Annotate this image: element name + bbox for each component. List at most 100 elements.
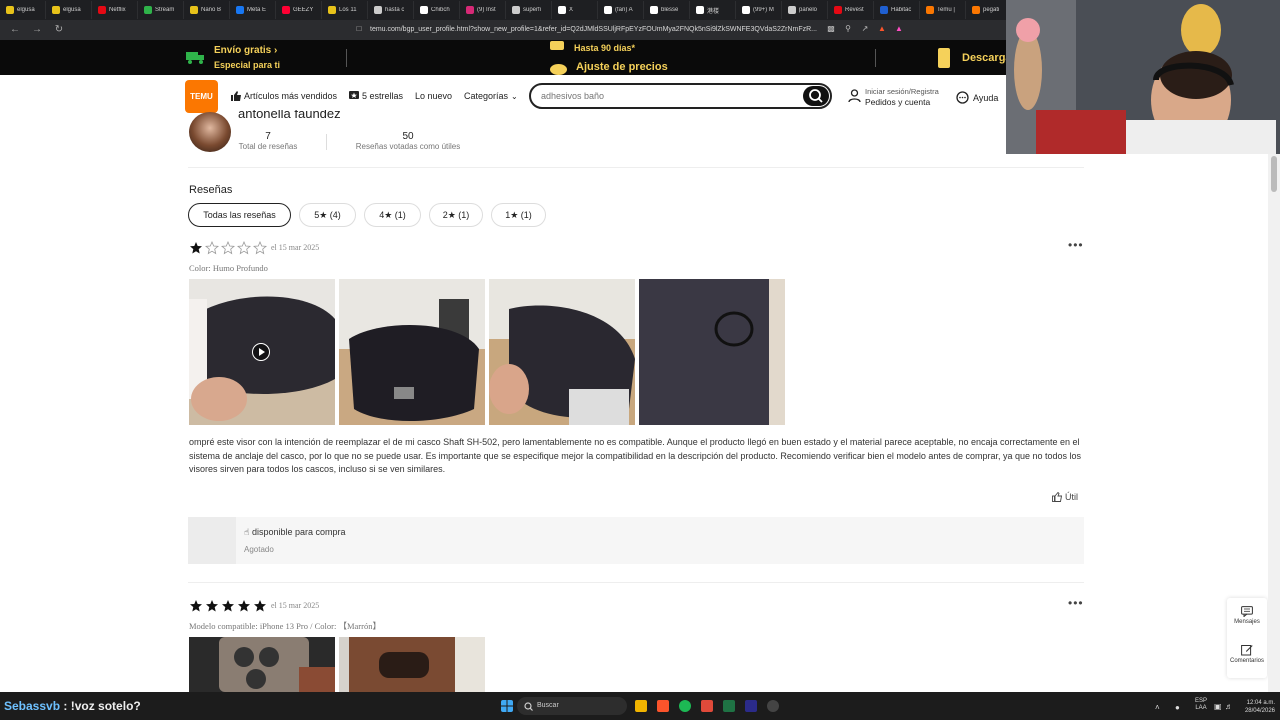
back-icon[interactable]: ← xyxy=(8,23,22,37)
tab-label: elgusa xyxy=(63,7,81,13)
tab-favicon-icon xyxy=(650,6,658,14)
taskbar-search-label: Buscar xyxy=(537,702,559,709)
reload-icon[interactable]: ↻ xyxy=(52,23,66,37)
brave-shield-icon[interactable]: ▲ xyxy=(877,24,887,34)
filter-all[interactable]: Todas las reseñas xyxy=(188,203,291,227)
star-empty-icon xyxy=(253,241,267,255)
tray-up-icon[interactable]: ˄ xyxy=(1155,703,1160,712)
review-photo[interactable] xyxy=(339,637,485,692)
address-bar[interactable]: temu.com/bgp_user_profile.html?show_new_… xyxy=(370,23,830,37)
star-filled-icon xyxy=(222,600,234,612)
zoom-icon[interactable]: ⚲ xyxy=(843,24,853,34)
browser-tab[interactable]: superfi xyxy=(506,1,552,19)
search-box[interactable] xyxy=(529,83,832,109)
browser-tab[interactable]: pegati xyxy=(966,1,1006,19)
tab-favicon-icon xyxy=(880,6,888,14)
play-icon[interactable] xyxy=(252,343,270,361)
comments-button[interactable]: Comentarios xyxy=(1227,644,1267,664)
tab-label: Chibch xyxy=(431,7,450,13)
message-icon xyxy=(1241,606,1253,618)
return-badge-icon xyxy=(550,41,564,50)
browser-tab[interactable]: (fan) A xyxy=(598,1,644,19)
language-indicator[interactable]: ESP LAA xyxy=(1191,698,1211,712)
browser-tab-bar: elgusa elgusa Netflix Stream Nano B Meta E GEE… xyxy=(0,0,1006,20)
nav-new[interactable]: Lo nuevo xyxy=(415,91,452,101)
browser-tab[interactable]: elgusa xyxy=(46,1,92,19)
special-text: Especial para ti xyxy=(214,60,281,70)
obs-icon[interactable] xyxy=(767,700,779,712)
promo-banner[interactable]: Envío gratis › Especial para ti Hasta 90… xyxy=(0,40,1012,75)
spotify-icon[interactable] xyxy=(679,700,691,712)
browser-tab[interactable]: GEEZY xyxy=(276,1,322,19)
browser-tab[interactable]: Netflix xyxy=(92,1,138,19)
help-link[interactable]: Ayuda xyxy=(956,91,998,104)
browser-tab[interactable]: Stream xyxy=(138,1,184,19)
share-icon[interactable]: ↗ xyxy=(860,24,870,34)
volume-icon[interactable]: ♬ xyxy=(1225,702,1233,711)
tab-label: (fan) A xyxy=(615,7,633,13)
browser-tab[interactable]: X xyxy=(552,1,598,19)
brave-browser-icon[interactable] xyxy=(657,700,669,712)
download-text[interactable]: Descarga xyxy=(962,52,1012,64)
browser-tab[interactable]: (9) Inst xyxy=(460,1,506,19)
review-photo[interactable] xyxy=(339,279,485,425)
browser-tab[interactable]: elgusa xyxy=(0,1,46,19)
temu-logo[interactable]: TEMU xyxy=(185,80,218,113)
tab-favicon-icon xyxy=(328,6,336,14)
browser-tab[interactable]: panelo xyxy=(782,1,828,19)
search-input[interactable] xyxy=(541,91,791,101)
review-photo[interactable] xyxy=(639,279,785,425)
filter-1-star[interactable]: 1★ (1) xyxy=(491,203,546,227)
excel-icon[interactable] xyxy=(723,700,735,712)
premiere-icon[interactable] xyxy=(745,700,757,712)
browser-tab[interactable]: Nano B xyxy=(184,1,230,19)
nav-bestsellers[interactable]: Artículos más vendidos xyxy=(231,91,337,101)
bookmark-icon[interactable]: □ xyxy=(354,24,364,34)
nav-categories[interactable]: Categorías ⌄ xyxy=(464,91,518,101)
windows-start-icon[interactable] xyxy=(501,700,513,712)
browser-tab[interactable]: 港楼 xyxy=(690,1,736,19)
search-icon xyxy=(524,702,533,711)
review-video-thumb[interactable] xyxy=(189,279,335,425)
file-explorer-icon[interactable] xyxy=(635,700,647,712)
site-header: TEMU Artículos más vendidos 5 estrellas … xyxy=(0,75,1006,119)
webcam-overlay xyxy=(1006,0,1280,154)
network-icon[interactable]: ▣ xyxy=(1214,702,1222,711)
browser-tab[interactable]: Chibch xyxy=(414,1,460,19)
useful-button[interactable]: Útil xyxy=(1052,492,1078,502)
filter-2-stars[interactable]: 2★ (1) xyxy=(429,203,483,227)
review-photo[interactable] xyxy=(189,637,335,692)
search-button[interactable] xyxy=(803,86,829,106)
browser-tab[interactable]: blesse xyxy=(644,1,690,19)
forward-icon[interactable]: → xyxy=(30,23,44,37)
taskbar-search[interactable]: Buscar xyxy=(517,697,627,715)
nav-five-stars[interactable]: 5 estrellas xyxy=(349,91,403,101)
star-empty-icon xyxy=(205,241,219,255)
rewards-icon[interactable]: ▲ xyxy=(894,24,904,34)
browser-tab[interactable]: Los 11 xyxy=(322,1,368,19)
mic-icon[interactable]: ● xyxy=(1175,703,1180,712)
browser-tab[interactable]: (99+) M xyxy=(736,1,782,19)
browser-tab[interactable]: hasta c xyxy=(368,1,414,19)
scrollbar-thumb[interactable] xyxy=(1271,156,1277,192)
user-icon xyxy=(848,89,861,103)
review-date: el 15 mar 2025 xyxy=(271,601,320,610)
tab-label: Stream xyxy=(155,7,175,13)
cast-icon[interactable]: ▩ xyxy=(826,24,836,34)
tab-label: (99+) M xyxy=(753,7,774,13)
tab-label: Nano B xyxy=(201,7,222,13)
review-photo[interactable] xyxy=(489,279,635,425)
clock[interactable]: 12:04 a.m. 28/04/2026 xyxy=(1239,699,1275,715)
more-options-icon[interactable]: ••• xyxy=(1068,596,1084,610)
filter-5-stars[interactable]: 5★ (4) xyxy=(299,203,356,227)
messages-button[interactable]: Mensajes xyxy=(1227,606,1267,625)
browser-tab[interactable]: Habitac xyxy=(874,1,920,19)
filter-4-stars[interactable]: 4★ (1) xyxy=(364,203,421,227)
browser-tab[interactable]: Meta E xyxy=(230,1,276,19)
app-icon[interactable] xyxy=(701,700,713,712)
browser-tab[interactable]: Revest xyxy=(828,1,874,19)
browser-tab[interactable]: Temu | xyxy=(920,1,966,19)
scrollbar[interactable] xyxy=(1268,154,1280,692)
more-options-icon[interactable]: ••• xyxy=(1068,238,1084,252)
product-card[interactable]: ☝ disponible para compra Agotado xyxy=(188,517,1084,564)
